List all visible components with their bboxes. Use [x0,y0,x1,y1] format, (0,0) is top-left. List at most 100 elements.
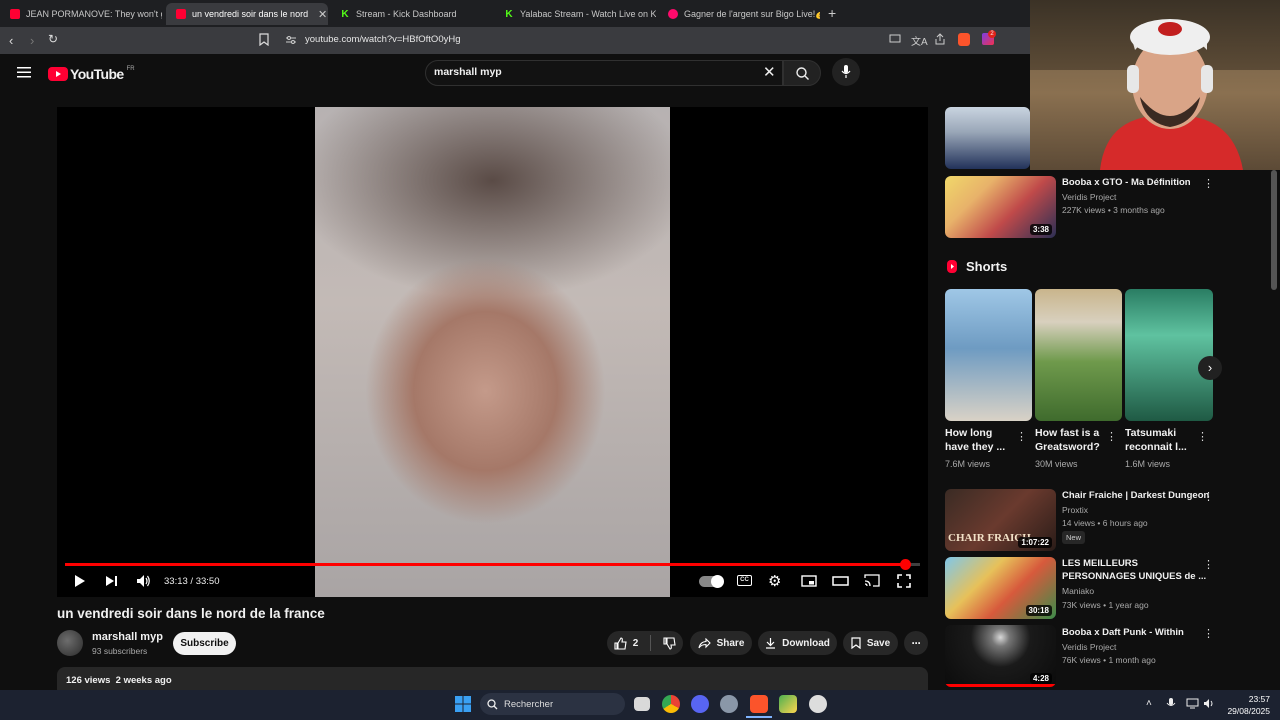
brave-browser-icon[interactable] [750,695,768,713]
address-bar[interactable]: youtube.com/watch?v=HBfOftO0yHg [305,34,461,45]
taskbar-clock[interactable]: 23:57 29/08/2025 [1220,693,1270,717]
cast-tab-icon[interactable] [889,34,901,44]
youtube-favicon-icon [10,9,20,19]
network-icon[interactable] [1186,698,1199,709]
volume-icon[interactable] [136,574,151,588]
short-views: 30M views [1035,459,1078,469]
new-badge: New [1062,531,1086,544]
related-video-thumbnail[interactable]: 3:38 [945,176,1056,238]
channel-name[interactable]: marshall myp [92,631,163,643]
thumbs-down-icon[interactable] [663,636,676,650]
more-options-icon[interactable]: ⋮ [1203,627,1214,640]
progress-bar[interactable] [65,563,920,566]
task-view-icon[interactable] [634,697,650,711]
captions-icon[interactable]: CC [737,575,752,586]
brave-shields-icon[interactable] [958,33,970,46]
save-button[interactable]: Save [843,631,898,655]
new-tab-button[interactable]: + [828,5,836,21]
related-video-thumbnail[interactable] [945,107,1030,169]
related-video-title[interactable]: Chair Fraiche | Darkest Dungeon [1062,489,1209,502]
settings-gear-icon[interactable]: ⚙ [768,572,781,590]
site-settings-icon[interactable] [285,35,297,45]
related-video-channel[interactable]: Veridis Project [1062,192,1116,202]
voice-search-button[interactable] [832,58,860,86]
short-thumbnail[interactable] [1035,289,1122,421]
short-thumbnail[interactable] [945,289,1032,421]
show-hidden-icons-icon[interactable]: ˄ [1146,698,1152,709]
more-actions-icon[interactable]: ··· [904,631,928,655]
streamer-figure [1100,19,1243,170]
miniplayer-icon[interactable] [801,575,817,587]
channel-avatar[interactable] [57,630,83,656]
related-video-channel[interactable]: Maniako [1062,586,1094,596]
more-options-icon[interactable]: ⋮ [1197,430,1208,443]
related-video-title[interactable]: Booba x GTO - Ma Définition [1062,176,1191,189]
play-icon[interactable] [74,574,86,588]
short-title-line: Tatsumaki [1125,427,1177,439]
theater-mode-icon[interactable] [832,576,849,586]
subscribe-button[interactable]: Subscribe [173,632,236,655]
progress-fill [65,563,905,566]
tab-label: JEAN PORMANOVE: They won't get [26,9,162,19]
share-page-icon[interactable] [934,33,946,45]
search-input[interactable]: marshall myp [434,66,502,78]
download-button[interactable]: Download [758,631,837,655]
video-duration: 4:28 [1029,673,1052,684]
related-video-thumbnail[interactable]: 4:28 [945,625,1056,687]
like-button[interactable]: 2 [614,636,638,650]
share-button[interactable]: Share [690,631,752,655]
youtube-logo[interactable]: YouTube FR [48,66,135,82]
tab-bigo-live[interactable]: Gagner de l'argent sur Bigo Live!💰 [658,3,820,25]
chrome-icon[interactable] [662,695,680,713]
app-icon[interactable] [779,695,797,713]
forward-icon[interactable]: › [30,33,34,48]
tab-yalabac-stream[interactable]: K Yalabac Stream - Watch Live on Kick [494,3,656,25]
tab-jean-pormanove[interactable]: JEAN PORMANOVE: They won't get [0,3,162,25]
more-options-icon[interactable]: ⋮ [1016,430,1027,443]
menu-icon[interactable] [17,67,31,78]
browser-toolbar [0,27,1030,54]
more-options-icon[interactable]: ⋮ [1203,558,1214,571]
short-title[interactable]: How fast is a Greatsword? [1035,426,1100,454]
discord-icon[interactable] [691,695,709,713]
region-code: FR [126,66,135,72]
speaker-icon[interactable] [1203,698,1216,709]
page-scrollbar[interactable] [1271,170,1277,290]
clear-search-icon[interactable]: ✕ [763,63,776,81]
shorts-next-button[interactable]: › [1198,356,1222,380]
related-video-title[interactable]: LES MEILLEURS PERSONNAGES UNIQUES de ... [1062,557,1206,583]
fullscreen-icon[interactable] [897,574,911,588]
more-options-icon[interactable]: ⋮ [1203,490,1214,503]
windows-start-icon[interactable] [455,696,471,712]
back-icon[interactable]: ‹ [9,33,13,48]
short-title[interactable]: Tatsumaki reconnait l... [1125,426,1187,454]
more-options-icon[interactable]: ⋮ [1106,430,1117,443]
related-video-title[interactable]: Booba x Daft Punk - Within [1062,626,1184,639]
kick-favicon-icon: K [505,8,513,20]
settings-icon[interactable] [720,695,738,713]
next-video-icon[interactable] [105,575,118,587]
translate-icon[interactable]: 文A [911,33,928,48]
more-options-icon[interactable]: ⋮ [1203,177,1214,190]
search-button[interactable] [783,60,821,86]
short-thumbnail[interactable] [1125,289,1213,421]
related-video-channel[interactable]: Veridis Project [1062,642,1116,652]
autoplay-toggle[interactable] [699,575,724,588]
related-video-channel[interactable]: Proxtix [1062,505,1088,515]
bookmark-icon[interactable] [259,33,269,46]
related-video-thumbnail[interactable]: CHAIR FRAICH 1:07:22 [945,489,1056,551]
related-video-thumbnail[interactable]: 30:18 [945,557,1056,619]
tab-kick-dashboard[interactable]: K Stream - Kick Dashboard [330,3,490,25]
short-title[interactable]: How long have they ... [945,426,1005,454]
obs-icon[interactable] [809,695,827,713]
video-duration: 30:18 [1025,605,1052,616]
cast-icon[interactable] [864,574,880,587]
like-dislike-group: 2 [607,631,683,655]
close-tab-icon[interactable]: ✕ [318,8,327,21]
taskbar-search-input[interactable]: Rechercher [504,699,553,710]
tab-current-video[interactable]: un vendredi soir dans le nord de ✕ [166,3,328,25]
progress-scrubber[interactable] [899,559,911,570]
microphone-icon[interactable] [1166,698,1176,710]
reload-icon[interactable]: ↻ [48,32,58,46]
video-player[interactable] [57,107,928,597]
